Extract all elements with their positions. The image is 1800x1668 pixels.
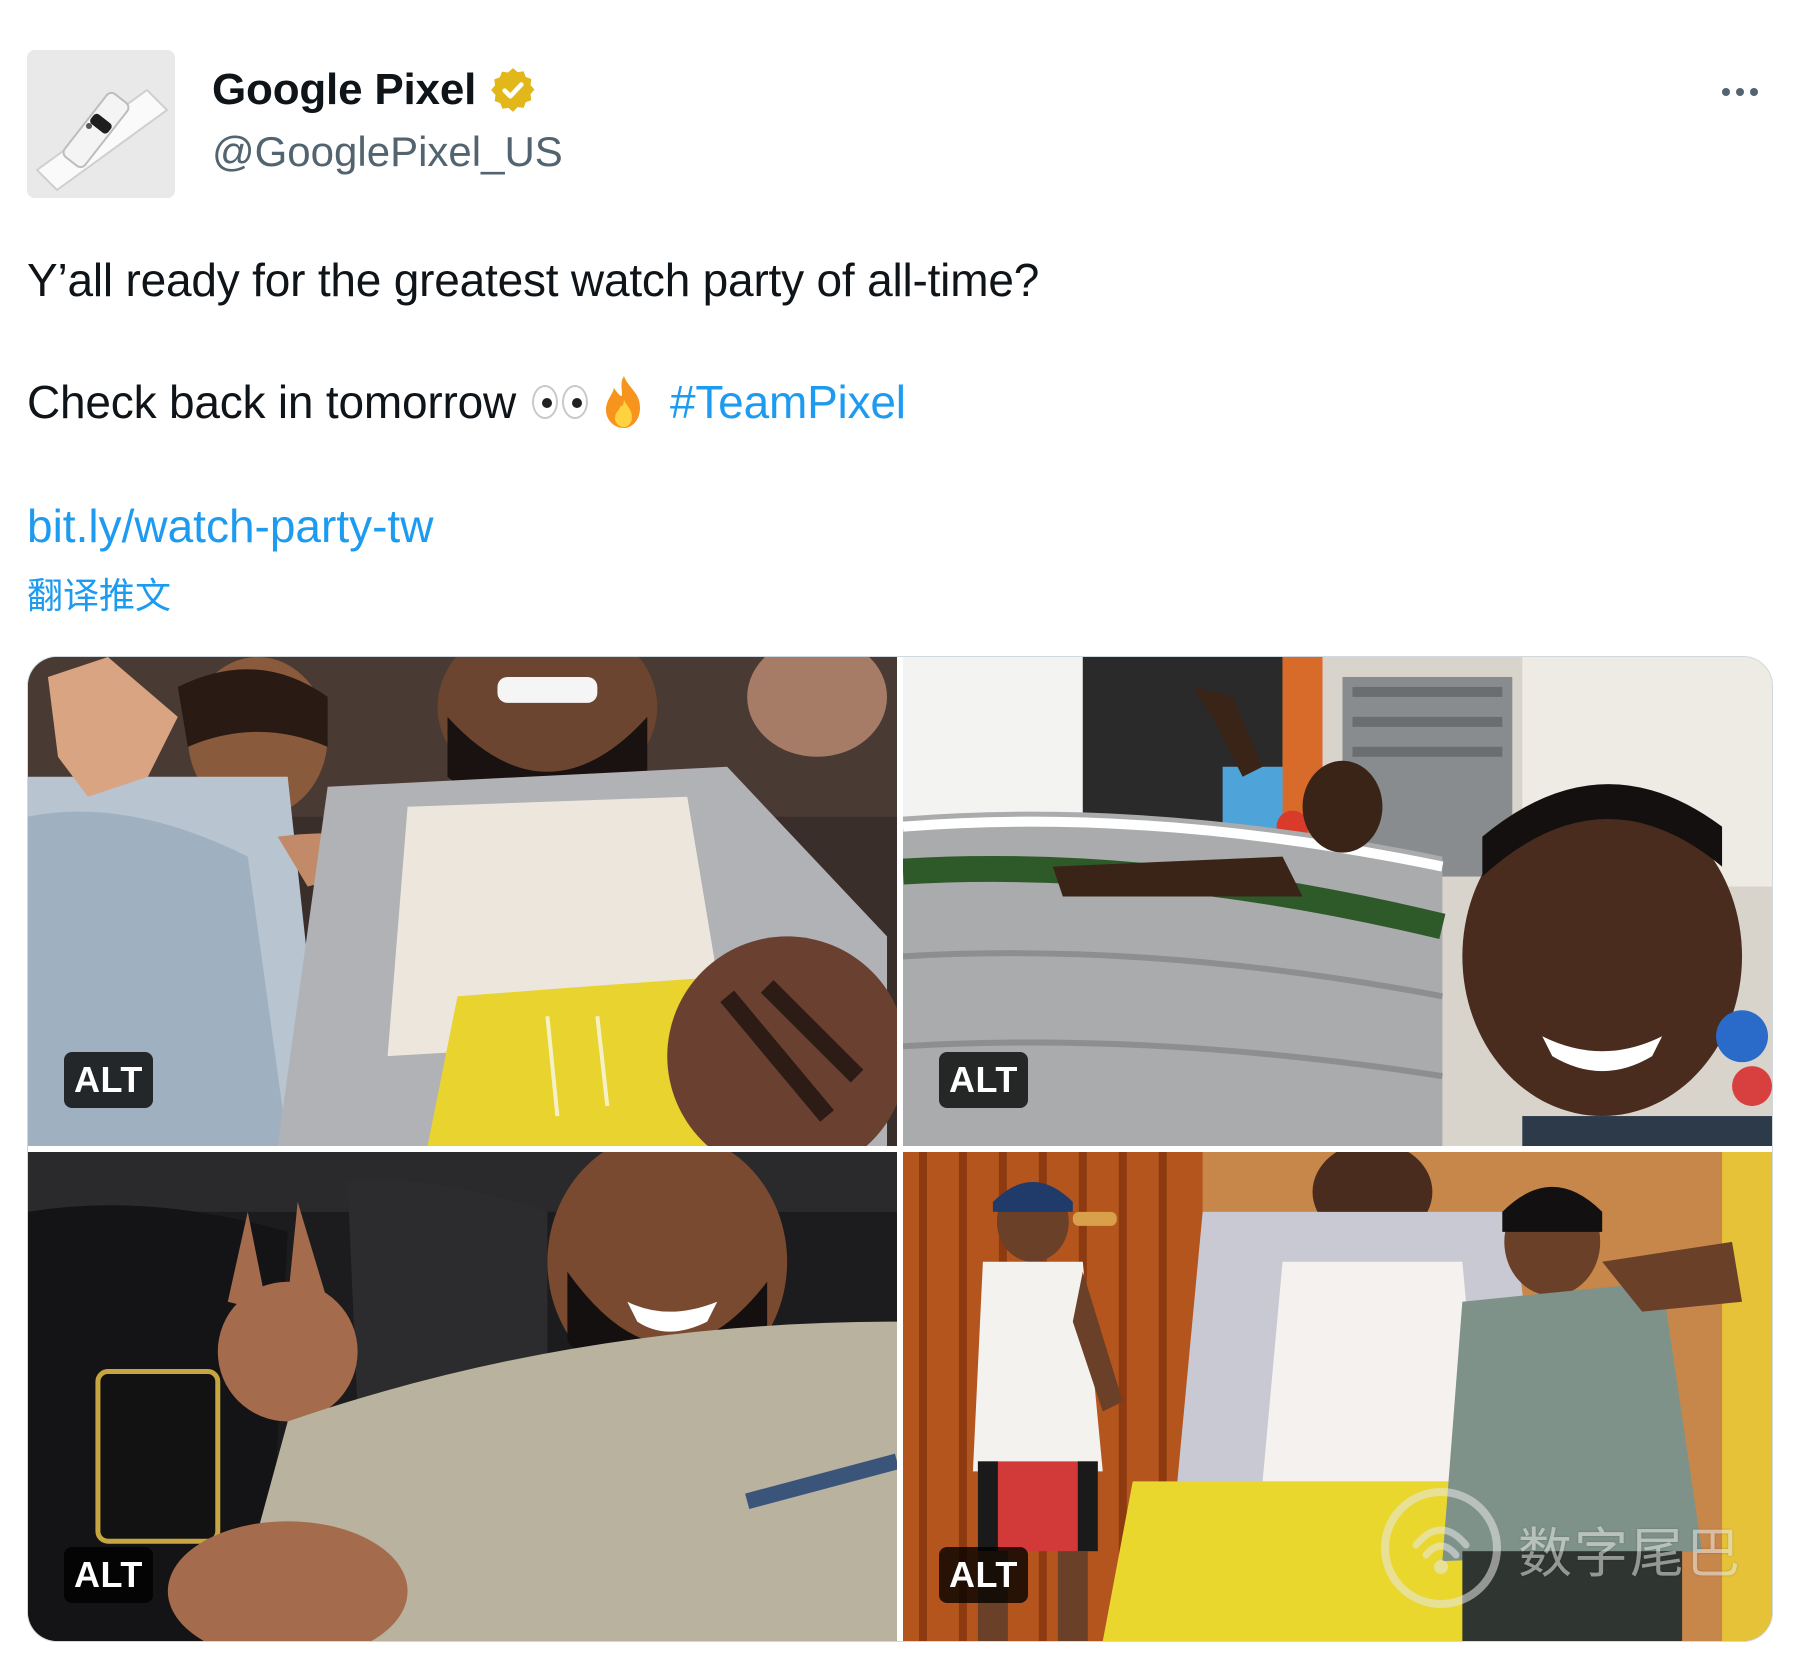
translate-tweet-link[interactable]: 翻译推文: [27, 574, 171, 618]
tweet-text-line-2: Check back in tomorrow #TeamPixel: [27, 372, 906, 432]
photo-group-selfie-image: [28, 657, 897, 1146]
tweet-text-line-2-text: Check back in tomorrow: [27, 376, 516, 428]
verified-badge-icon: [491, 68, 535, 112]
eyes-emoji-icon: [532, 385, 588, 419]
watermark-text: 数字尾巴: [1518, 1521, 1742, 1585]
alt-badge[interactable]: ALT: [939, 1547, 1028, 1603]
media-photo-4[interactable]: ALT 数字尾巴: [903, 1152, 1772, 1641]
photo-ice-bath-image: [903, 657, 1772, 1146]
tweet-card: Google Pixel @GooglePixel_US Y’all ready…: [0, 0, 1800, 1668]
tweet-text-line-1: Y’all ready for the greatest watch party…: [27, 254, 1040, 306]
watermark-logo-icon: [1381, 1488, 1501, 1608]
media-photo-1[interactable]: ALT: [28, 657, 897, 1146]
more-icon: [1722, 88, 1758, 96]
alt-badge[interactable]: ALT: [64, 1547, 153, 1603]
alt-badge[interactable]: ALT: [939, 1052, 1028, 1108]
avatar-image: [27, 50, 175, 198]
photo-car-selfie-image: [28, 1152, 897, 1641]
alt-badge[interactable]: ALT: [64, 1052, 153, 1108]
fire-emoji-icon: [606, 376, 640, 428]
hashtag-link[interactable]: #TeamPixel: [670, 372, 906, 432]
media-photo-2[interactable]: ALT: [903, 657, 1772, 1146]
author-name-row[interactable]: Google Pixel: [212, 62, 538, 118]
display-name[interactable]: Google Pixel: [212, 62, 476, 118]
more-options-button[interactable]: [1710, 62, 1770, 122]
media-photo-3[interactable]: ALT: [28, 1152, 897, 1641]
watermark: 数字尾巴: [1378, 1485, 1742, 1611]
avatar[interactable]: [27, 50, 175, 198]
media-grid: ALT ALT ALT ALT 数字尾巴: [27, 656, 1773, 1642]
author-handle[interactable]: @GooglePixel_US: [212, 124, 563, 180]
tweet-url-link[interactable]: bit.ly/watch-party-tw: [27, 496, 433, 556]
